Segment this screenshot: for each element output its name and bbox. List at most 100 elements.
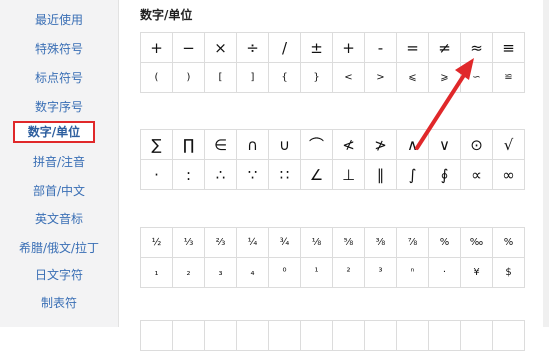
symbol-cell[interactable]: ≈ <box>460 32 493 63</box>
sidebar-item-5[interactable]: 拼音/注音 <box>0 151 118 173</box>
symbol-cell[interactable]: ∥ <box>364 159 397 190</box>
symbol-cell[interactable]: ⩾ <box>428 62 461 93</box>
symbol-cell[interactable] <box>428 320 461 351</box>
symbol-cell[interactable]: = <box>396 32 429 63</box>
symbol-cell[interactable]: ≠ <box>428 32 461 63</box>
symbol-cell[interactable] <box>268 320 301 351</box>
symbol-cell[interactable]: % <box>428 227 461 258</box>
symbol-cell[interactable] <box>332 320 365 351</box>
scrollbar[interactable] <box>543 0 549 327</box>
symbol-cell[interactable]: - <box>364 32 397 63</box>
symbol-cell[interactable]: · <box>428 257 461 288</box>
symbol-cell[interactable] <box>204 320 237 351</box>
symbol-cell[interactable] <box>236 320 269 351</box>
symbol-cell[interactable]: ‰ <box>460 227 493 258</box>
symbol-cell[interactable]: ∵ <box>236 159 269 190</box>
symbol-cell[interactable]: ∈ <box>204 129 237 160</box>
symbol-cell[interactable]: > <box>364 62 397 93</box>
symbol-cell[interactable] <box>364 320 397 351</box>
symbol-cell[interactable]: ∝ <box>460 159 493 190</box>
symbol-cell[interactable]: ₂ <box>172 257 205 288</box>
symbol-cell[interactable]: ∷ <box>268 159 301 190</box>
symbol-cell[interactable]: ) <box>172 62 205 93</box>
symbol-cell[interactable]: − <box>172 32 205 63</box>
symbol-cell[interactable]: ∨ <box>428 129 461 160</box>
symbol-cell[interactable] <box>300 320 333 351</box>
symbol-cell[interactable]: ⁰ <box>268 257 301 288</box>
sidebar-item-8[interactable]: 希腊/俄文/拉丁 <box>0 237 118 259</box>
symbol-cell[interactable]: ∮ <box>428 159 461 190</box>
symbol-grid-more <box>140 320 525 351</box>
sidebar-item-3[interactable]: 数字序号 <box>0 96 118 118</box>
symbol-cell[interactable]: ⊥ <box>332 159 365 190</box>
symbol-cell[interactable]: ⩽ <box>396 62 429 93</box>
symbol-cell[interactable]: √ <box>492 129 525 160</box>
symbol-cell[interactable] <box>492 320 525 351</box>
sidebar-item-7[interactable]: 英文音标 <box>0 208 118 230</box>
symbol-cell[interactable]: ( <box>140 62 173 93</box>
symbol-cell[interactable]: ⅜ <box>364 227 397 258</box>
symbol-cell[interactable]: ] <box>236 62 269 93</box>
symbol-cell[interactable]: ∏ <box>172 129 205 160</box>
symbol-cell[interactable]: × <box>204 32 237 63</box>
symbol-cell[interactable]: [ <box>204 62 237 93</box>
symbol-cell[interactable]: < <box>332 62 365 93</box>
symbol-cell[interactable]: ≮ <box>332 129 365 160</box>
sidebar-item-4[interactable]: 数字/单位 <box>13 121 95 143</box>
symbol-cell[interactable]: ∴ <box>204 159 237 190</box>
symbol-grid-operators: + − × ÷ / ± + - = ≠ ≈ ≡()[]{} < > ⩽ ⩾ ∽ ≌ <box>140 32 525 93</box>
symbol-cell[interactable]: ⅓ <box>172 227 205 258</box>
symbol-cell[interactable]: ⅔ <box>204 227 237 258</box>
symbol-cell[interactable]: ½ <box>140 227 173 258</box>
symbol-cell[interactable]: ¥ <box>460 257 493 288</box>
symbol-cell[interactable]: ∞ <box>492 159 525 190</box>
sidebar-item-6[interactable]: 部首/中文 <box>0 180 118 202</box>
symbol-cell[interactable]: ⁿ <box>396 257 429 288</box>
symbol-grid-fractions: ½ ⅓ ⅔ ¼ ¾ ⅛ ⅝ ⅜ ⅞% ‰% ₁ ₂ ₃ ₄ ⁰ ¹ ² ³ ⁿ · ¥ $ <box>140 227 525 288</box>
symbol-cell[interactable]: + <box>332 32 365 63</box>
symbol-cell[interactable]: ⊙ <box>460 129 493 160</box>
sidebar-item-1[interactable]: 特殊符号 <box>0 38 118 60</box>
symbol-cell[interactable]: ⅞ <box>396 227 429 258</box>
symbol-cell[interactable]: ≯ <box>364 129 397 160</box>
symbol-cell[interactable]: ∩ <box>236 129 269 160</box>
symbol-cell[interactable]: % <box>492 227 525 258</box>
symbol-cell[interactable]: ± <box>300 32 333 63</box>
symbol-grid-math: ∑ ∏ ∈ ∩ ∪ ⌒ ≮ ≯ ∧ ∨ ⊙ √ ·: ∴ ∵ ∷ ∠ ⊥ ∥ ∫ ∮ ∝ ∞ <box>140 129 525 190</box>
symbol-cell[interactable]: ÷ <box>236 32 269 63</box>
symbol-cell[interactable]: ₁ <box>140 257 173 288</box>
symbol-cell[interactable]: ∧ <box>396 129 429 160</box>
symbol-cell[interactable]: ¹ <box>300 257 333 288</box>
symbol-cell[interactable]: ∑ <box>140 129 173 160</box>
symbol-cell[interactable]: { <box>268 62 301 93</box>
symbol-cell[interactable]: ¼ <box>236 227 269 258</box>
symbol-cell[interactable]: $ <box>492 257 525 288</box>
symbol-cell[interactable]: · <box>140 159 173 190</box>
symbol-cell[interactable]: ∫ <box>396 159 429 190</box>
sidebar-item-9[interactable]: 日文字符 <box>0 264 118 286</box>
symbol-cell[interactable]: } <box>300 62 333 93</box>
symbol-cell[interactable]: + <box>140 32 173 63</box>
symbol-cell[interactable] <box>172 320 205 351</box>
symbol-cell[interactable]: ∠ <box>300 159 333 190</box>
symbol-cell[interactable]: ³ <box>364 257 397 288</box>
symbol-cell[interactable]: ⌒ <box>300 129 333 160</box>
symbol-cell[interactable] <box>396 320 429 351</box>
symbol-cell[interactable] <box>460 320 493 351</box>
symbol-cell[interactable]: ∪ <box>268 129 301 160</box>
symbol-cell[interactable]: ≡ <box>492 32 525 63</box>
symbol-cell[interactable]: ≌ <box>492 62 525 93</box>
sidebar-item-10[interactable]: 制表符 <box>0 292 118 314</box>
symbol-cell[interactable]: / <box>268 32 301 63</box>
symbol-cell[interactable]: ¾ <box>268 227 301 258</box>
symbol-cell[interactable]: ₄ <box>236 257 269 288</box>
symbol-cell[interactable]: ⅝ <box>332 227 365 258</box>
symbol-cell[interactable]: ² <box>332 257 365 288</box>
symbol-cell[interactable]: : <box>172 159 205 190</box>
sidebar-item-0[interactable]: 最近使用 <box>0 9 118 31</box>
sidebar-item-2[interactable]: 标点符号 <box>0 67 118 89</box>
symbol-cell[interactable] <box>140 320 173 351</box>
symbol-cell[interactable]: ∽ <box>460 62 493 93</box>
symbol-cell[interactable]: ₃ <box>204 257 237 288</box>
symbol-cell[interactable]: ⅛ <box>300 227 333 258</box>
